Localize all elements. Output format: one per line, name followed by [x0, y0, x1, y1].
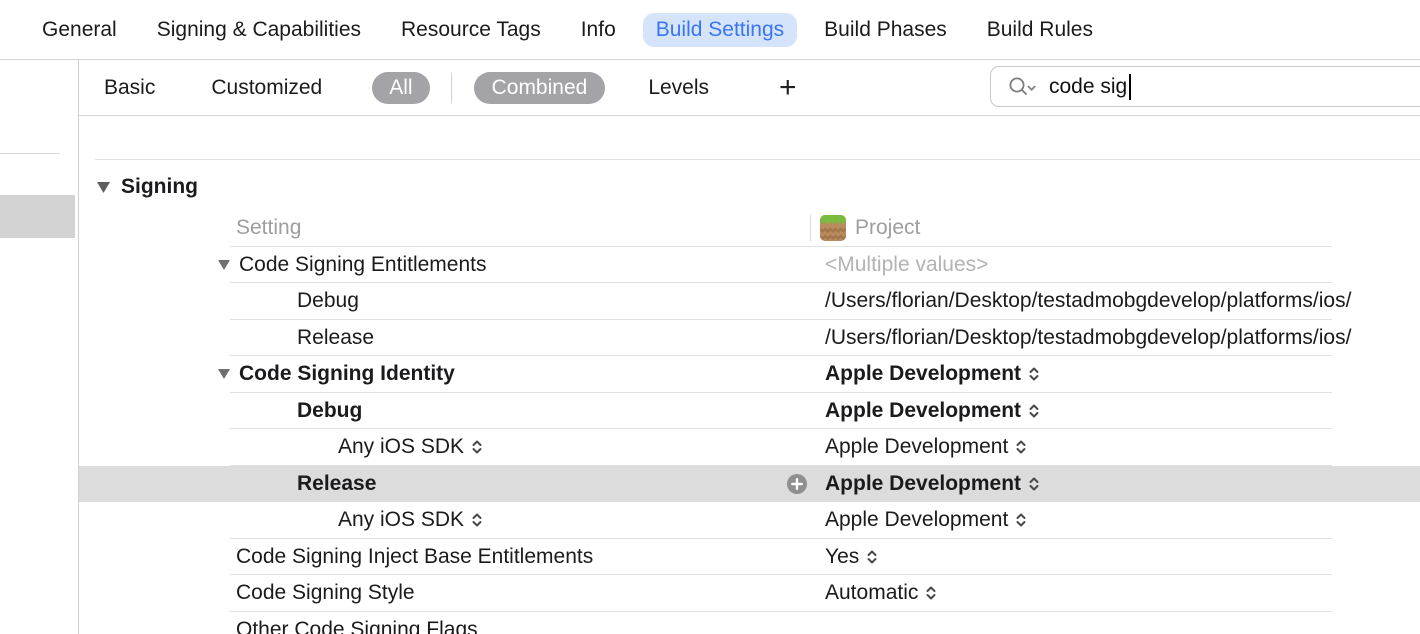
table-row-selected[interactable]: Release Apple Development [79, 466, 1420, 503]
setting-value[interactable]: /Users/florian/Desktop/testadmobgdevelop… [825, 283, 1420, 320]
tab-build-rules[interactable]: Build Rules [987, 18, 1093, 42]
table-row[interactable]: Any iOS SDK Apple Development [79, 429, 1420, 466]
build-settings-pane: Basic Customized All Combined Levels + c… [79, 60, 1420, 634]
target-editor-tab-bar: General Signing & Capabilities Resource … [0, 0, 1420, 60]
search-input[interactable]: code sig [990, 66, 1420, 107]
setting-value-dropdown[interactable]: Yes [825, 539, 1420, 576]
setting-value[interactable]: /Users/florian/Desktop/testadmobgdevelop… [825, 320, 1420, 357]
filter-customized-button[interactable]: Customized [211, 76, 322, 100]
project-column-header: Project [855, 216, 920, 240]
search-query-text: code sig [1049, 75, 1127, 99]
search-icon [1008, 76, 1036, 98]
section-title: Signing [121, 175, 198, 199]
add-setting-button[interactable]: + [779, 75, 797, 101]
setting-name: Any iOS SDK [338, 508, 464, 532]
toolbar-separator [451, 73, 452, 103]
xcode-build-settings-window: General Signing & Capabilities Resource … [0, 0, 1420, 634]
stepper-icon [866, 548, 878, 566]
build-settings-filter-bar: Basic Customized All Combined Levels + c… [79, 60, 1420, 116]
setting-name: Code Signing Entitlements [239, 253, 486, 277]
setting-name: Debug [297, 399, 362, 423]
setting-name: Other Code Signing Flags [236, 618, 478, 634]
tab-info[interactable]: Info [581, 18, 616, 42]
setting-value[interactable] [825, 612, 1420, 634]
stepper-icon [1015, 438, 1027, 456]
column-divider [810, 215, 811, 241]
section-header-signing[interactable]: Signing [97, 175, 198, 199]
setting-value-dropdown[interactable]: Apple Development [825, 466, 1420, 503]
filter-all-button[interactable]: All [372, 72, 429, 104]
filter-combined-button[interactable]: Combined [474, 72, 606, 104]
table-row[interactable]: Code Signing Identity Apple Development [79, 356, 1420, 393]
stepper-icon [1028, 475, 1040, 493]
add-value-button[interactable] [787, 474, 807, 494]
setting-name: Code Signing Style [236, 581, 415, 605]
table-row[interactable]: Code Signing Entitlements <Multiple valu… [79, 247, 1420, 284]
tab-general[interactable]: General [42, 18, 117, 42]
filter-basic-button[interactable]: Basic [104, 76, 155, 100]
table-row[interactable]: Code Signing Style Automatic [79, 575, 1420, 612]
table-row[interactable]: Any iOS SDK Apple Development [79, 502, 1420, 539]
setting-value-dropdown[interactable]: Apple Development [825, 393, 1420, 430]
text-caret [1129, 74, 1131, 100]
table-row[interactable]: Release /Users/florian/Desktop/testadmob… [79, 320, 1420, 357]
sidebar-selected-item[interactable] [0, 195, 75, 238]
tab-build-phases[interactable]: Build Phases [824, 18, 947, 42]
setting-name: Release [297, 326, 374, 350]
setting-name: Code Signing Identity [239, 362, 455, 386]
setting-name: Any iOS SDK [338, 435, 464, 459]
disclosure-triangle-icon[interactable] [97, 182, 110, 193]
project-navigator-sliver [0, 60, 79, 634]
project-app-icon [820, 215, 846, 241]
setting-name: Release [297, 472, 376, 496]
table-header-row: Setting [79, 210, 1420, 247]
table-row[interactable]: Other Code Signing Flags [79, 612, 1420, 634]
stepper-icon [471, 438, 483, 456]
setting-value-dropdown[interactable]: Apple Development [825, 429, 1420, 466]
stepper-icon [1028, 365, 1040, 383]
setting-value[interactable]: <Multiple values> [825, 247, 1420, 284]
setting-name: Code Signing Inject Base Entitlements [236, 545, 593, 569]
setting-value-dropdown[interactable]: Apple Development [825, 502, 1420, 539]
table-top-divider [95, 159, 1420, 160]
filter-levels-button[interactable]: Levels [648, 76, 709, 100]
tab-signing-capabilities[interactable]: Signing & Capabilities [157, 18, 361, 42]
setting-value-dropdown[interactable]: Apple Development [825, 356, 1420, 393]
setting-name: Debug [297, 289, 359, 313]
setting-column-header: Setting [236, 216, 301, 240]
disclosure-triangle-icon[interactable] [218, 260, 230, 270]
stepper-icon [471, 511, 483, 529]
table-row[interactable]: Code Signing Inject Base Entitlements Ye… [79, 539, 1420, 576]
stepper-icon [1028, 402, 1040, 420]
stepper-icon [1015, 511, 1027, 529]
tab-resource-tags[interactable]: Resource Tags [401, 18, 541, 42]
table-row[interactable]: Debug /Users/florian/Desktop/testadmobgd… [79, 283, 1420, 320]
build-settings-table: Signing Setting [79, 116, 1420, 634]
disclosure-triangle-icon[interactable] [218, 369, 230, 379]
table-row[interactable]: Debug Apple Development [79, 393, 1420, 430]
stepper-icon [925, 584, 937, 602]
tab-build-settings[interactable]: Build Settings [643, 13, 797, 47]
setting-value-dropdown[interactable]: Automatic [825, 575, 1420, 612]
sidebar-divider [0, 153, 60, 154]
